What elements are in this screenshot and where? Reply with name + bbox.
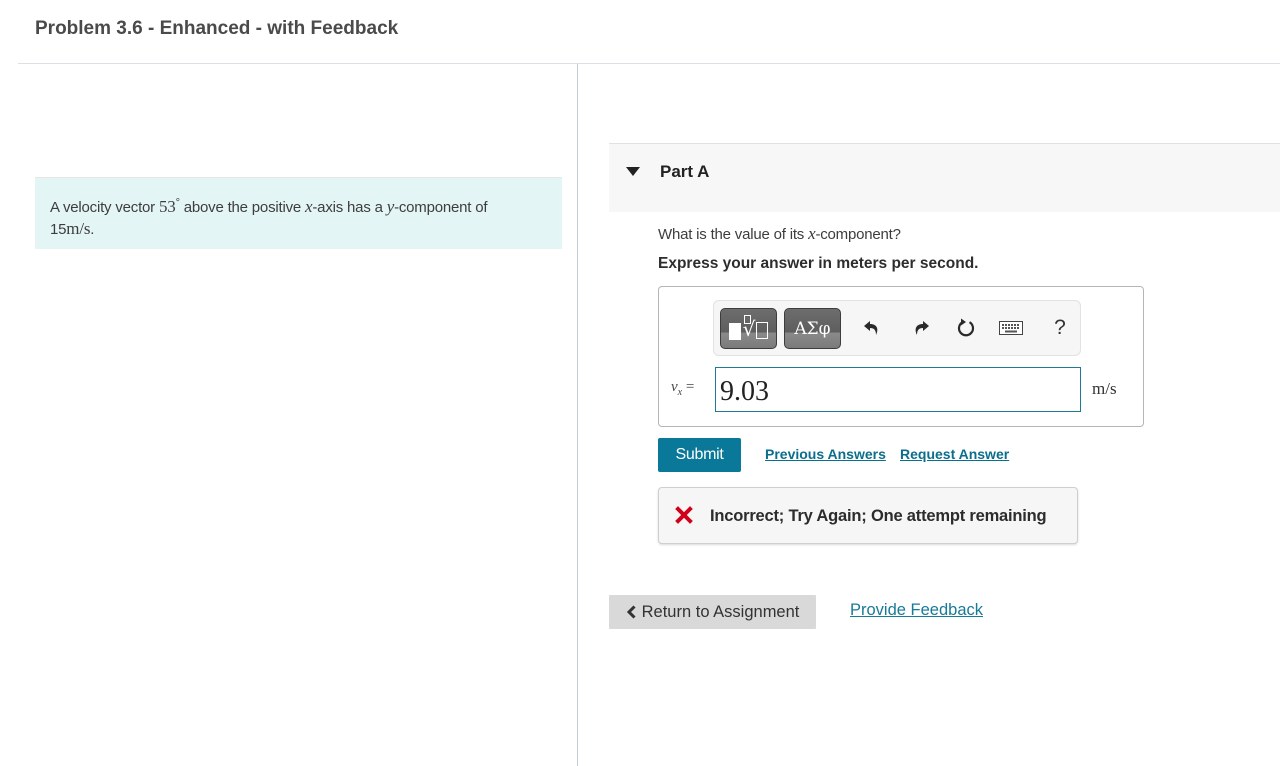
previous-answers-link[interactable]: Previous Answers <box>765 446 886 462</box>
angle-value: 53 <box>158 197 176 216</box>
intro-text-2: above the positive <box>179 199 306 216</box>
question-text: What is the value of its x-component? <box>658 224 901 244</box>
feedback-text: Incorrect; Try Again; One attempt remain… <box>710 507 1047 525</box>
page-title: Problem 3.6 - Enhanced - with Feedback <box>35 18 399 39</box>
magnitude-unit: m/s <box>66 219 91 238</box>
y-variable: y <box>386 197 395 216</box>
caret-down-icon[interactable] <box>626 167 640 176</box>
return-to-assignment-button[interactable]: Return to Assignment <box>609 595 816 629</box>
intro-text-3: -axis has a <box>312 199 387 216</box>
keyboard-icon[interactable] <box>999 315 1023 341</box>
equals-sign: = <box>685 379 695 395</box>
answer-box: √ ΑΣφ ? vx = m/s <box>658 286 1144 427</box>
redo-icon[interactable] <box>909 315 933 341</box>
part-a-header[interactable]: Part A <box>609 143 1280 212</box>
column-divider <box>577 64 578 766</box>
template-block-icon <box>728 323 741 340</box>
feedback-message-box: Incorrect; Try Again; One attempt remain… <box>658 487 1078 544</box>
part-label[interactable]: Part A <box>660 162 709 182</box>
unit-label: m/s <box>1092 379 1117 398</box>
question-text-1: What is the value of its <box>658 226 809 243</box>
reset-icon[interactable] <box>954 315 978 341</box>
return-label: Return to Assignment <box>641 602 800 621</box>
symbols-button[interactable]: ΑΣφ <box>784 308 841 349</box>
math-toolbar: √ ΑΣφ ? <box>713 300 1081 356</box>
magnitude: 15 <box>50 221 67 238</box>
intro-text-1: A velocity vector <box>50 199 159 216</box>
templates-root-icon: √ <box>743 314 769 341</box>
intro-period: . <box>90 221 95 238</box>
incorrect-x-icon <box>675 506 693 524</box>
templates-button[interactable]: √ <box>720 308 777 349</box>
variable-subscript: x <box>677 387 683 398</box>
answer-input[interactable] <box>715 367 1081 412</box>
variable-label: vx = <box>671 379 694 398</box>
instruction-text: Express your answer in meters per second… <box>658 255 979 272</box>
question-text-2: -component? <box>815 226 901 243</box>
problem-statement: A velocity vector 53° above the positive… <box>35 177 562 249</box>
intro-text-4: -component of <box>394 199 488 216</box>
request-answer-link[interactable]: Request Answer <box>900 446 1009 462</box>
submit-button[interactable]: Submit <box>658 438 741 472</box>
header-divider <box>18 63 1280 64</box>
undo-icon[interactable] <box>860 315 884 341</box>
chevron-left-icon <box>626 605 636 619</box>
variable-symbol: v <box>671 379 678 395</box>
provide-feedback-link[interactable]: Provide Feedback <box>850 601 983 620</box>
help-button[interactable]: ? <box>1048 315 1072 341</box>
